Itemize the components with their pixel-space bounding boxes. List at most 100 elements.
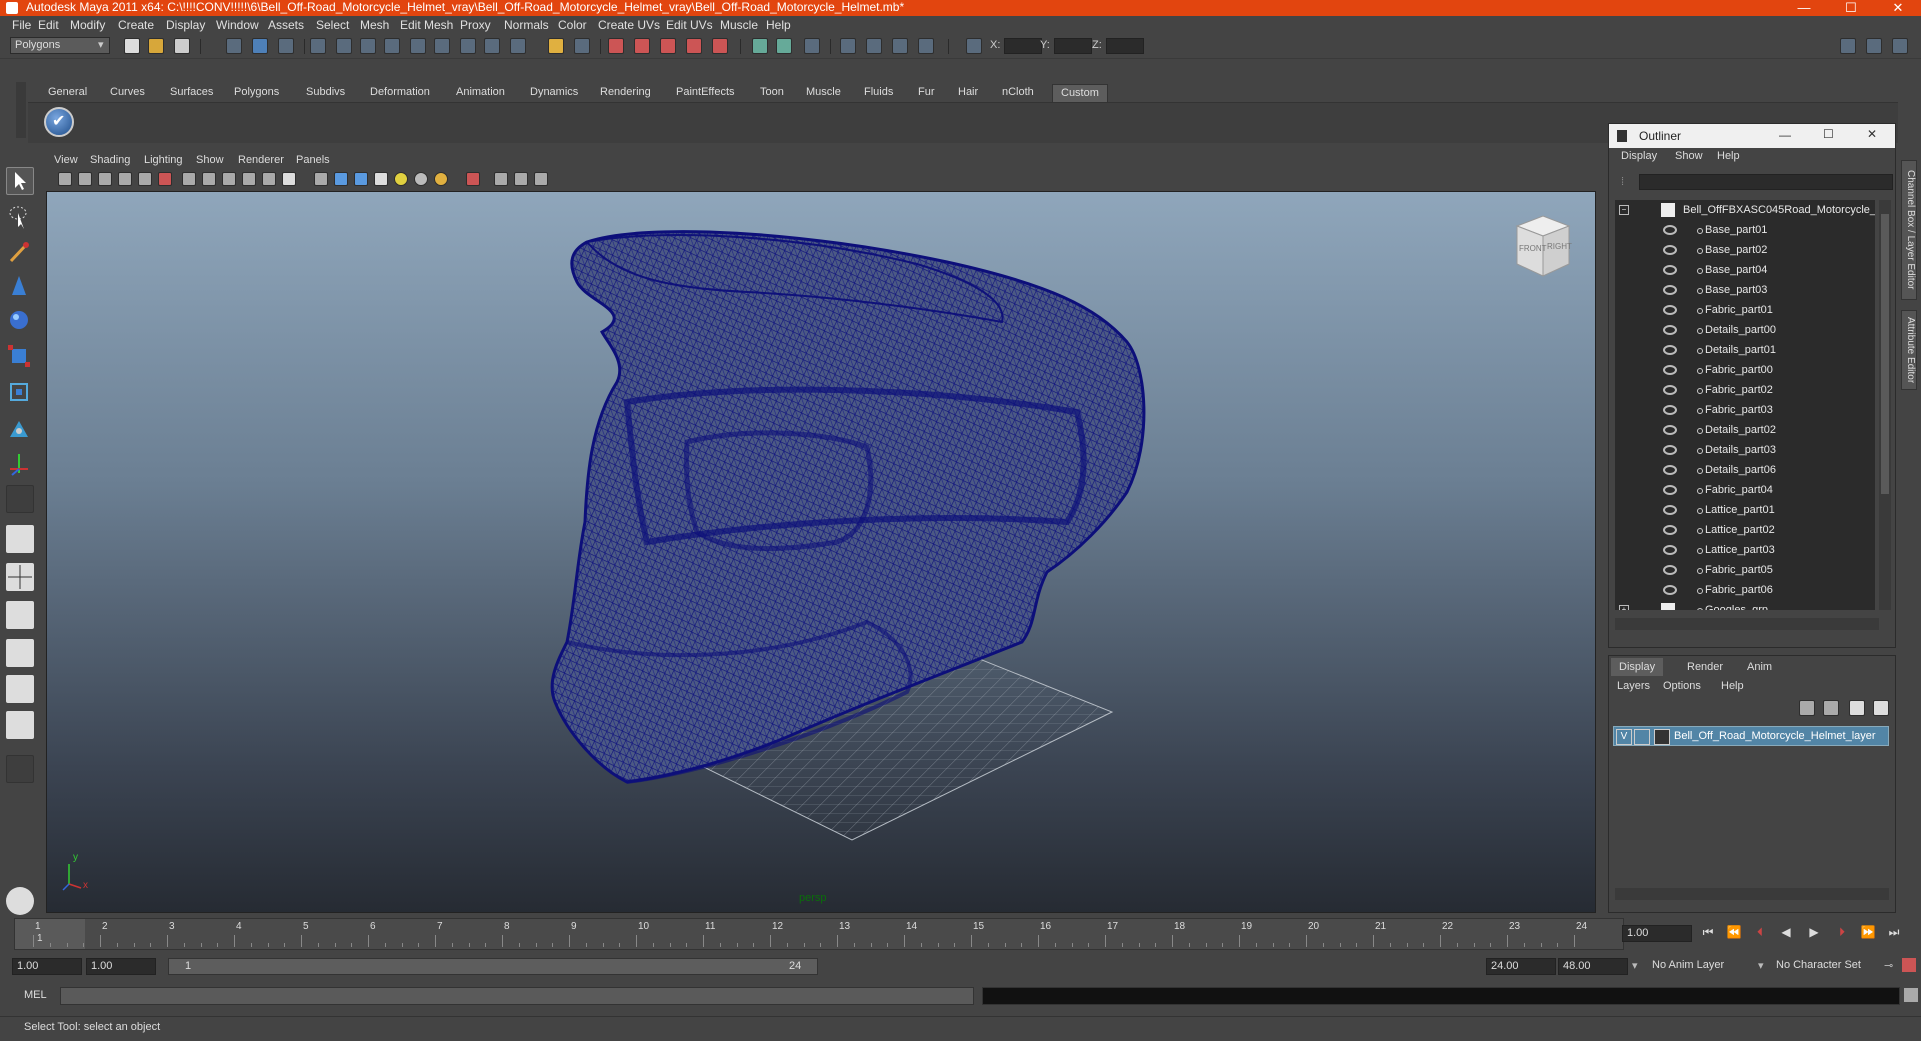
vp-menu-renderer[interactable]: Renderer (238, 154, 284, 166)
smooth-shade-icon[interactable] (334, 172, 348, 186)
outliner-menu-help[interactable]: Help (1717, 150, 1740, 162)
tab-subdivs[interactable]: Subdivs (298, 84, 353, 101)
layer-menu-help[interactable]: Help (1721, 680, 1744, 692)
custom-shelf-tool-icon[interactable] (44, 107, 74, 137)
menu-color[interactable]: Color (558, 18, 587, 32)
resolution-gate-icon[interactable] (182, 172, 196, 186)
outliner-item[interactable]: Base_part04 (1615, 260, 1875, 280)
outliner-item[interactable]: Base_part02 (1615, 240, 1875, 260)
menu-edit-uvs[interactable]: Edit UVs (666, 18, 713, 32)
outliner-item[interactable]: Details_part03 (1615, 440, 1875, 460)
render-view-icon[interactable] (840, 38, 856, 54)
play-backwards-icon[interactable]: ◀ (1776, 925, 1796, 943)
animation-prefs-icon[interactable] (1902, 958, 1916, 972)
step-forward-key-icon[interactable]: ⏵ (1832, 925, 1852, 943)
playback-end-field[interactable]: 24.00 (1486, 958, 1556, 975)
layer-menu-layers[interactable]: Layers (1617, 680, 1650, 692)
safe-title-icon[interactable] (262, 172, 276, 186)
outliner-item[interactable]: Details_part00 (1615, 320, 1875, 340)
toolbox-collapse-icon[interactable] (6, 755, 34, 783)
filter-icon[interactable]: ⁞ (1621, 176, 1624, 188)
tab-attribute-editor[interactable]: Attribute Editor (1901, 310, 1917, 390)
outliner-horizontal-scrollbar[interactable] (1615, 618, 1879, 630)
four-view-layout-icon[interactable] (6, 563, 34, 591)
pick-misc-icon[interactable] (510, 38, 526, 54)
toggle-attribute-editor-icon[interactable] (1892, 38, 1908, 54)
tab-painteffects[interactable]: PaintEffects (668, 84, 743, 101)
input-ops-icon[interactable] (752, 38, 768, 54)
move-layer-down-icon[interactable] (1823, 700, 1839, 716)
outliner-close-button[interactable]: ✕ (1867, 127, 1877, 141)
snap-view-plane-icon[interactable] (686, 38, 702, 54)
toggle-channel-box-icon[interactable] (1866, 38, 1882, 54)
x-field[interactable] (1004, 38, 1042, 54)
layer-menu-options[interactable]: Options (1663, 680, 1701, 692)
lasso-tool-icon[interactable] (6, 203, 34, 231)
outliner-root-item[interactable]: − Bell_OffFBXASC045Road_Motorcycle_H (1615, 200, 1875, 220)
select-object-icon[interactable] (252, 38, 268, 54)
vp-menu-show[interactable]: Show (196, 154, 224, 166)
go-to-end-icon[interactable]: ⏭ (1884, 925, 1904, 943)
step-forward-frame-icon[interactable]: ⏩ (1858, 925, 1878, 943)
minimize-button[interactable]: — (1782, 0, 1826, 16)
select-hierarchy-icon[interactable] (226, 38, 242, 54)
output-ops-icon[interactable] (776, 38, 792, 54)
outliner-item[interactable]: Fabric_part05 (1615, 560, 1875, 580)
persp-graph-hypershade-layout-icon[interactable] (6, 711, 34, 739)
show-manipulator-icon[interactable] (6, 451, 34, 479)
safe-action-icon[interactable] (242, 172, 256, 186)
command-input[interactable] (60, 987, 974, 1005)
menu-mesh[interactable]: Mesh (360, 18, 389, 32)
menu-edit-mesh[interactable]: Edit Mesh (400, 18, 453, 32)
use-default-lighting-icon[interactable] (394, 172, 408, 186)
wireframe-icon[interactable] (314, 172, 328, 186)
pick-rendering-icon[interactable] (484, 38, 500, 54)
view-cube[interactable]: FRONT RIGHT (1507, 212, 1573, 278)
grid-toggle-icon[interactable] (138, 172, 152, 186)
move-tool-icon[interactable] (6, 273, 34, 301)
tab-ncloth[interactable]: nCloth (994, 84, 1042, 101)
tab-layer-display[interactable]: Display (1611, 658, 1664, 676)
step-back-frame-icon[interactable]: ⏪ (1724, 925, 1744, 943)
shelf-handle[interactable] (16, 82, 26, 138)
outliner-item[interactable]: Fabric_part02 (1615, 380, 1875, 400)
outliner-item[interactable]: Lattice_part01 (1615, 500, 1875, 520)
tab-fur[interactable]: Fur (910, 84, 943, 101)
pick-handles-icon[interactable] (336, 38, 352, 54)
tab-curves[interactable]: Curves (102, 84, 153, 101)
outliner-item[interactable]: Details_part02 (1615, 420, 1875, 440)
tab-toon[interactable]: Toon (752, 84, 792, 101)
snap-curve-icon[interactable] (634, 38, 650, 54)
pick-joints-icon[interactable] (360, 38, 376, 54)
layer-row[interactable]: V Bell_Off_Road_Motorcycle_Helmet_layer (1613, 726, 1889, 746)
menu-modify[interactable]: Modify (70, 18, 105, 32)
construction-history-icon[interactable] (804, 38, 820, 54)
menu-muscle[interactable]: Muscle (720, 18, 758, 32)
ipr-render-icon[interactable] (892, 38, 908, 54)
tab-rendering[interactable]: Rendering (592, 84, 659, 101)
save-scene-icon[interactable] (174, 38, 190, 54)
vp-menu-shading[interactable]: Shading (90, 154, 130, 166)
layer-visibility-toggle[interactable]: V (1616, 729, 1632, 745)
camera-attributes-icon[interactable] (78, 172, 92, 186)
outliner-minimize-button[interactable]: — (1779, 128, 1791, 142)
tab-layer-anim[interactable]: Anim (1739, 658, 1780, 676)
menu-file[interactable]: File (12, 18, 31, 32)
tab-dynamics[interactable]: Dynamics (522, 84, 586, 101)
render-current-frame-icon[interactable] (866, 38, 882, 54)
key-icon[interactable]: ⊸ (1884, 959, 1893, 972)
menu-edit[interactable]: Edit (38, 18, 59, 32)
menu-assets[interactable]: Assets (268, 18, 304, 32)
make-live-icon[interactable] (712, 38, 728, 54)
field-chart-icon[interactable] (222, 172, 236, 186)
outliner-item[interactable]: Fabric_part04 (1615, 480, 1875, 500)
time-slider[interactable]: 1 1 2 3 4 5 6 7 8 9 10 11 12 13 14 15 16 17 18 19 20 21 22 23 2… (14, 918, 1624, 950)
menu-create-uvs[interactable]: Create UVs (598, 18, 660, 32)
rotate-tool-icon[interactable] (6, 307, 34, 335)
filter-icon[interactable] (310, 38, 326, 54)
layer-horizontal-scrollbar[interactable] (1615, 888, 1889, 900)
pick-surfaces-icon[interactable] (410, 38, 426, 54)
perspective-viewport[interactable]: y x FRONT RIGHT persp (46, 191, 1596, 913)
textured-icon[interactable] (374, 172, 388, 186)
film-gate-icon[interactable] (158, 172, 172, 186)
